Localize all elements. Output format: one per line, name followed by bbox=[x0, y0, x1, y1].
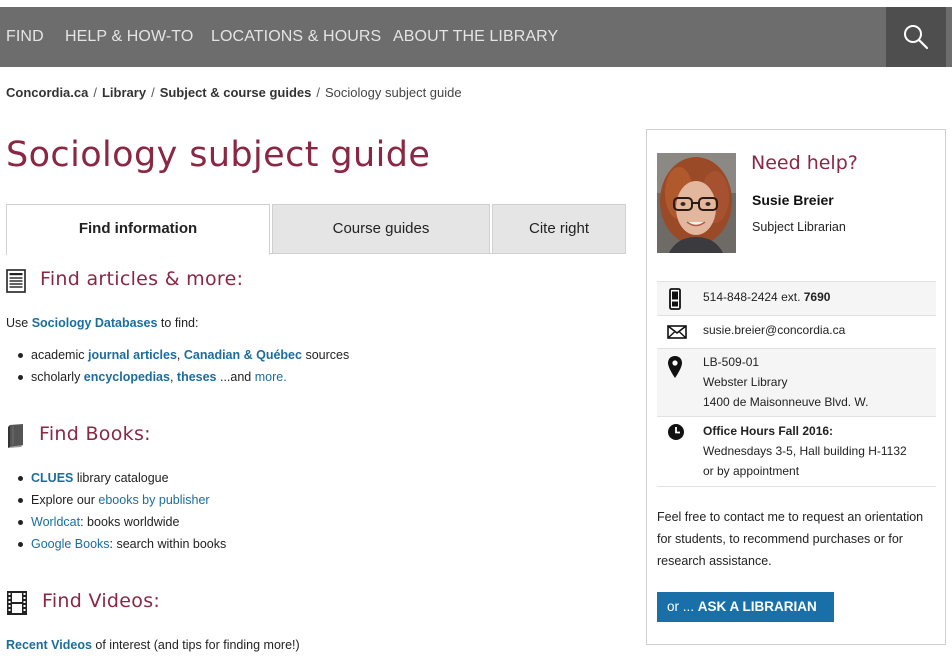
librarian-name: Susie Breier bbox=[752, 192, 834, 208]
breadcrumb-current: Sociology subject guide bbox=[325, 85, 462, 100]
office-hours-row: Office Hours Fall 2016: Wednesdays 3-5, … bbox=[657, 416, 936, 486]
location-room: LB-509-01 bbox=[703, 355, 760, 369]
google-books-link[interactable]: Google Books bbox=[31, 537, 110, 551]
location-building: Webster Library bbox=[703, 375, 788, 389]
tab-find-information[interactable]: Find information bbox=[6, 204, 270, 255]
more-link[interactable]: more. bbox=[255, 370, 287, 384]
phone-icon bbox=[669, 288, 681, 310]
librarian-photo bbox=[657, 153, 736, 253]
articles-list: academic journal articles, Canadian & Qu… bbox=[6, 344, 349, 388]
office-hours-title: Office Hours Fall 2016: bbox=[703, 424, 834, 438]
breadcrumb: Concordia.ca / Library / Subject & course gu… bbox=[6, 85, 462, 100]
find-books-heading: Find Books: bbox=[39, 423, 151, 445]
envelope-icon bbox=[667, 325, 687, 339]
nav-about-library[interactable]: ABOUT THE LIBRARY bbox=[393, 7, 558, 67]
list-item: CLUES library catalogue bbox=[6, 467, 226, 489]
email-row: susie.breier@concordia.ca bbox=[657, 315, 936, 348]
nav-find[interactable]: FIND bbox=[6, 7, 44, 67]
newspaper-icon bbox=[6, 269, 26, 293]
book-icon bbox=[8, 424, 23, 448]
articles-intro: Use Sociology Databases to find: bbox=[6, 316, 199, 330]
ask-a-librarian-button[interactable]: or ... ASK A LIBRARIAN bbox=[657, 592, 834, 622]
clues-link[interactable]: CLUES bbox=[31, 471, 73, 485]
tab-course-guides[interactable]: Course guides bbox=[272, 204, 490, 254]
office-hours-appointment: or by appointment bbox=[703, 464, 800, 478]
phone-extension: 7690 bbox=[803, 290, 831, 304]
top-navigation: FIND HELP & HOW-TO LOCATIONS & HOURS ABO… bbox=[0, 7, 952, 67]
books-list: CLUES library catalogue Explore our eboo… bbox=[6, 467, 226, 555]
sociology-databases-link[interactable]: Sociology Databases bbox=[32, 316, 158, 330]
location-address: 1400 de Maisonneuve Blvd. W. bbox=[703, 395, 869, 409]
breadcrumb-concordia[interactable]: Concordia.ca bbox=[6, 85, 88, 100]
contact-note: Feel free to contact me to request an or… bbox=[657, 510, 924, 568]
breadcrumb-subject-guides[interactable]: Subject & course guides bbox=[160, 85, 312, 100]
list-item: scholarly encyclopedias, theses ...and m… bbox=[6, 366, 349, 388]
search-button[interactable] bbox=[886, 7, 946, 67]
need-help-heading: Need help? bbox=[751, 152, 858, 174]
list-item: Google Books: search within books bbox=[6, 533, 226, 555]
info-divider bbox=[657, 486, 936, 487]
encyclopedias-link[interactable]: encyclopedias bbox=[84, 370, 170, 384]
clock-icon bbox=[668, 424, 684, 440]
location-row: LB-509-01 Webster Library 1400 de Maison… bbox=[657, 348, 936, 416]
tab-cite-right[interactable]: Cite right bbox=[492, 204, 626, 254]
canadian-quebec-link[interactable]: Canadian & Québec bbox=[184, 348, 302, 362]
librarian-email-link[interactable]: susie.breier@concordia.ca bbox=[703, 320, 845, 340]
list-item: Worldcat: books worldwide bbox=[6, 511, 226, 533]
list-item: academic journal articles, Canadian & Qu… bbox=[6, 344, 349, 366]
office-hours-schedule: Wednesdays 3-5, Hall building H-1132 bbox=[703, 444, 907, 458]
theses-link[interactable]: theses bbox=[177, 370, 217, 384]
find-videos-heading: Find Videos: bbox=[42, 590, 161, 612]
map-pin-icon bbox=[668, 356, 682, 378]
librarian-role: Subject Librarian bbox=[752, 220, 846, 234]
phone-number: 514-848-2424 ext. bbox=[703, 290, 804, 304]
recent-videos-link[interactable]: Recent Videos bbox=[6, 638, 92, 652]
worldcat-link[interactable]: Worldcat bbox=[31, 515, 80, 529]
magnifier-icon bbox=[904, 25, 929, 50]
librarian-sidebar: Need help? Susie Breier Subject Libraria… bbox=[646, 129, 946, 645]
page-title: Sociology subject guide bbox=[6, 135, 431, 175]
journal-articles-link[interactable]: journal articles bbox=[88, 348, 177, 362]
ebooks-by-publisher-link[interactable]: ebooks by publisher bbox=[98, 493, 209, 507]
videos-text: Recent Videos of interest (and tips for … bbox=[6, 638, 300, 652]
list-item: Explore our ebooks by publisher bbox=[6, 489, 226, 511]
phone-row: 514-848-2424 ext. 7690 bbox=[657, 281, 936, 315]
tab-divider bbox=[270, 253, 626, 254]
nav-help-how-to[interactable]: HELP & HOW-TO bbox=[65, 7, 193, 67]
find-articles-heading: Find articles & more: bbox=[40, 268, 244, 290]
film-icon bbox=[7, 591, 27, 615]
nav-locations-hours[interactable]: LOCATIONS & HOURS bbox=[211, 7, 381, 67]
breadcrumb-library[interactable]: Library bbox=[102, 85, 146, 100]
